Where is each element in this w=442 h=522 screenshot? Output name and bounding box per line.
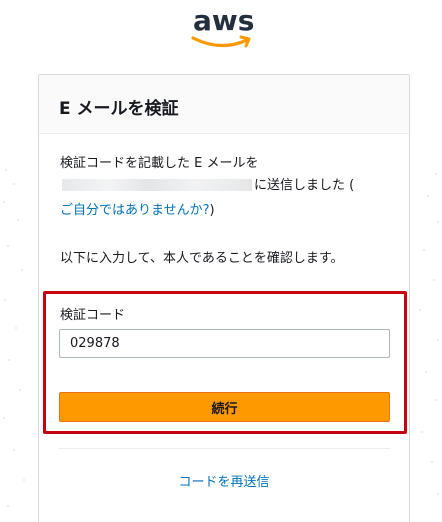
background-dots-left <box>3 169 25 507</box>
not-you-link[interactable]: ご自分ではありませんか? <box>60 203 210 218</box>
aws-smile-icon <box>191 35 251 48</box>
message-line-1: 検証コードを記載した E メールを <box>60 156 259 171</box>
masked-email-address <box>62 179 252 191</box>
continue-button[interactable]: 続行 <box>59 392 390 422</box>
page-title: E メールを検証 <box>59 99 179 119</box>
not-you-line: ご自分ではありませんか?) <box>60 199 215 218</box>
resend-code-link[interactable]: コードを再送信 <box>39 471 409 490</box>
not-you-close-paren: ) <box>209 203 215 218</box>
verify-email-page: aws E メールを検証 検証コードを記載した E メールを に送信しました (… <box>0 0 442 522</box>
divider <box>59 448 390 449</box>
instruction-text: 以下に入力して、本人であることを確認します。 <box>60 251 344 266</box>
card-header: E メールを検証 <box>39 75 409 134</box>
message-line-2-suffix: に送信しました ( <box>254 178 355 193</box>
code-label: 検証コード <box>60 308 126 323</box>
message-line-2: に送信しました ( <box>60 177 390 195</box>
verify-email-card: E メールを検証 検証コードを記載した E メールを に送信しました ( ご自分… <box>38 74 410 522</box>
aws-logo-icon: aws <box>189 4 255 50</box>
verification-code-input[interactable] <box>59 329 390 358</box>
